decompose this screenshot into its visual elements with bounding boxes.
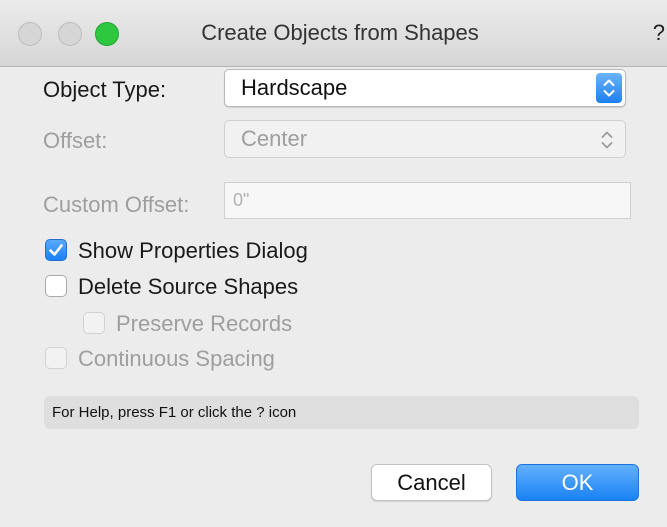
continuous-spacing-checkbox[interactable] [45, 347, 67, 369]
custom-offset-field[interactable]: 0" [224, 182, 631, 219]
stepper-icon [597, 127, 617, 151]
stepper-icon [596, 73, 622, 103]
show-properties-label[interactable]: Show Properties Dialog [78, 238, 308, 264]
help-text: For Help, press F1 or click the ? icon [44, 396, 639, 429]
offset-label: Offset: [43, 128, 108, 153]
checkmark-icon [49, 244, 63, 256]
custom-offset-label: Custom Offset: [43, 192, 190, 217]
dialog-window: Create Objects from Shapes ? Object Type… [0, 0, 667, 527]
object-type-select[interactable]: Hardscape [224, 69, 626, 107]
cancel-button[interactable]: Cancel [371, 464, 492, 501]
object-type-label: Object Type: [43, 77, 167, 102]
preserve-records-checkbox[interactable] [83, 312, 105, 334]
window-title: Create Objects from Shapes [201, 20, 479, 45]
offset-select[interactable]: Center [224, 120, 626, 158]
offset-value: Center [241, 126, 308, 151]
ok-button[interactable]: OK [516, 464, 639, 501]
delete-source-checkbox[interactable] [45, 275, 67, 297]
preserve-records-label: Preserve Records [116, 311, 293, 336]
object-type-value: Hardscape [241, 75, 348, 100]
delete-source-label[interactable]: Delete Source Shapes [78, 274, 298, 300]
title-bar: Create Objects from Shapes ? [0, 0, 667, 67]
continuous-spacing-label: Continuous Spacing [78, 346, 275, 371]
help-icon[interactable]: ? [653, 20, 665, 46]
show-properties-checkbox[interactable] [45, 239, 67, 261]
